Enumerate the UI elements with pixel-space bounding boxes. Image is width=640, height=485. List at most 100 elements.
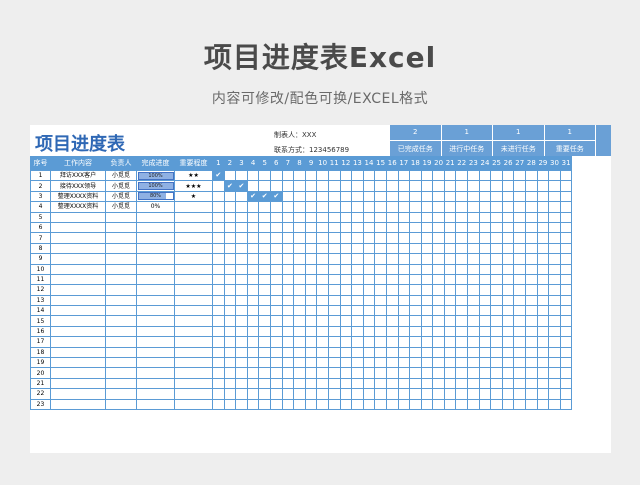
task-owner[interactable]: 小觅觅 — [105, 201, 137, 213]
day-cell[interactable] — [501, 190, 515, 203]
day-cell[interactable] — [490, 263, 503, 275]
day-cell[interactable] — [432, 211, 445, 223]
day-cell[interactable] — [339, 201, 353, 213]
day-cell[interactable] — [316, 253, 329, 265]
day-cell[interactable] — [362, 294, 376, 307]
task-importance[interactable] — [174, 357, 213, 369]
day-cell[interactable] — [536, 377, 550, 390]
day-cell[interactable] — [281, 242, 295, 255]
day-cell[interactable] — [316, 398, 329, 411]
day-cell[interactable] — [362, 325, 376, 338]
day-cell[interactable] — [455, 201, 469, 213]
day-cell[interactable] — [223, 357, 237, 369]
day-cell[interactable] — [397, 253, 411, 265]
day-cell[interactable] — [374, 294, 387, 307]
day-cell[interactable] — [443, 273, 457, 286]
day-cell[interactable] — [235, 201, 248, 213]
day-cell[interactable] — [351, 211, 364, 223]
day-cell[interactable] — [385, 232, 399, 244]
day-cell[interactable] — [420, 190, 434, 203]
day-cell[interactable] — [304, 388, 318, 400]
task-owner[interactable] — [105, 242, 137, 255]
day-cell[interactable] — [246, 242, 260, 255]
day-cell[interactable] — [351, 180, 364, 192]
task-content[interactable] — [50, 263, 106, 275]
day-cell[interactable] — [525, 201, 538, 213]
day-cell[interactable] — [490, 221, 503, 234]
day-cell[interactable] — [281, 180, 295, 192]
day-cell[interactable] — [223, 346, 237, 359]
day-cell[interactable] — [351, 221, 364, 234]
day-cell[interactable] — [432, 357, 445, 369]
day-cell[interactable] — [304, 263, 318, 275]
day-cell[interactable] — [513, 232, 527, 244]
day-cell[interactable] — [235, 221, 248, 234]
task-owner[interactable] — [105, 253, 137, 265]
day-cell[interactable] — [536, 211, 550, 223]
task-owner[interactable] — [105, 263, 137, 275]
day-cell[interactable] — [269, 315, 283, 327]
day-cell[interactable] — [385, 315, 399, 327]
day-cell[interactable] — [513, 315, 527, 327]
day-cell[interactable] — [420, 398, 434, 411]
task-content[interactable] — [50, 242, 106, 255]
day-cell[interactable] — [490, 315, 503, 327]
day-cell[interactable] — [525, 253, 538, 265]
day-cell[interactable] — [443, 377, 457, 390]
day-cell[interactable] — [258, 336, 271, 348]
day-cell[interactable] — [432, 325, 445, 338]
day-cell[interactable] — [420, 388, 434, 400]
day-cell[interactable] — [316, 232, 329, 244]
day-cell[interactable] — [293, 305, 306, 317]
day-cell[interactable] — [316, 242, 329, 255]
day-cell[interactable] — [316, 190, 329, 203]
day-cell[interactable] — [536, 284, 550, 296]
day-cell[interactable] — [478, 315, 492, 327]
day-cell[interactable] — [432, 294, 445, 307]
day-cell[interactable] — [212, 346, 225, 359]
day-cell[interactable] — [432, 263, 445, 275]
day-cell[interactable] — [316, 377, 329, 390]
day-cell[interactable] — [559, 357, 573, 369]
day-cell[interactable] — [246, 169, 260, 182]
day-cell[interactable] — [385, 263, 399, 275]
day-cell[interactable] — [385, 357, 399, 369]
day-cell[interactable] — [432, 169, 445, 182]
day-cell[interactable] — [548, 357, 561, 369]
day-cell[interactable] — [304, 336, 318, 348]
day-cell[interactable] — [559, 169, 573, 182]
day-cell[interactable] — [316, 201, 329, 213]
day-cell[interactable] — [281, 398, 295, 411]
task-importance[interactable] — [174, 263, 213, 275]
task-owner[interactable] — [105, 398, 137, 411]
day-cell-checked[interactable]: ✔ — [258, 190, 271, 203]
day-cell[interactable] — [559, 201, 573, 213]
day-cell[interactable] — [374, 190, 387, 203]
day-cell[interactable] — [432, 398, 445, 411]
day-cell[interactable] — [420, 232, 434, 244]
day-cell[interactable] — [420, 294, 434, 307]
day-cell[interactable] — [269, 398, 283, 411]
day-cell[interactable] — [223, 273, 237, 286]
day-cell[interactable] — [293, 357, 306, 369]
day-cell[interactable] — [548, 305, 561, 317]
day-cell[interactable] — [258, 346, 271, 359]
day-cell[interactable] — [339, 346, 353, 359]
day-cell[interactable] — [223, 294, 237, 307]
day-cell[interactable] — [443, 315, 457, 327]
day-cell[interactable] — [409, 305, 422, 317]
day-cell[interactable] — [409, 169, 422, 182]
day-cell[interactable] — [374, 325, 387, 338]
day-cell[interactable] — [455, 357, 469, 369]
day-cell[interactable] — [467, 169, 480, 182]
day-cell[interactable] — [339, 284, 353, 296]
day-cell[interactable] — [467, 398, 480, 411]
day-cell[interactable] — [548, 367, 561, 379]
day-cell[interactable] — [536, 398, 550, 411]
day-cell[interactable] — [281, 221, 295, 234]
day-cell[interactable] — [432, 273, 445, 286]
day-cell[interactable] — [513, 346, 527, 359]
day-cell[interactable] — [490, 242, 503, 255]
day-cell[interactable] — [258, 284, 271, 296]
day-cell[interactable] — [432, 346, 445, 359]
